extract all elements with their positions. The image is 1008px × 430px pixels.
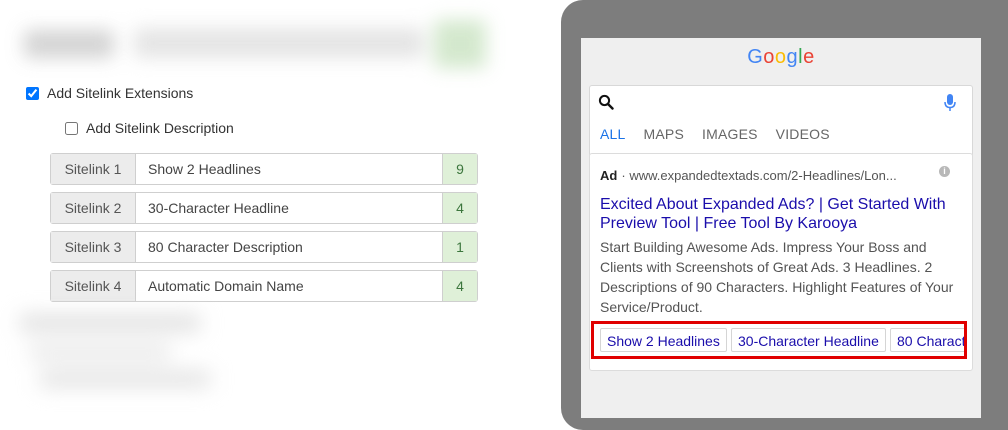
sitelink-row-4: Sitelink 4 4 — [50, 270, 478, 302]
search-bar — [590, 86, 972, 118]
ad-description: Start Building Awesome Ads. Impress Your… — [600, 239, 954, 315]
sitelink-chip-1[interactable]: Show 2 Headlines — [600, 328, 727, 352]
sitelink-label: Sitelink 2 — [51, 193, 136, 223]
sitelink-row-3: Sitelink 3 1 — [50, 231, 478, 263]
ad-badge: Ad — [600, 168, 618, 183]
microphone-icon[interactable] — [944, 94, 956, 112]
add-sitelink-extensions-checkbox[interactable] — [26, 86, 39, 100]
search-card: ALL MAPS IMAGES VIDEOS — [589, 85, 973, 157]
obscured-header — [24, 8, 486, 78]
google-logo-letter: G — [747, 46, 764, 68]
sitelink-row-2: Sitelink 2 4 — [50, 192, 478, 224]
google-logo-letter: o — [774, 46, 787, 68]
info-icon[interactable]: i — [939, 166, 950, 177]
add-sitelink-extensions-label: Add Sitelink Extensions — [47, 85, 194, 101]
ad-display-url-line: Ad · www.expandedtextads.com/2-Headlines/… — [600, 168, 900, 183]
obscured-footer — [0, 305, 240, 400]
ad-display-url[interactable]: www.expandedtextads.com/2-Headlines/Lon.… — [629, 168, 896, 183]
sitelink-label: Sitelink 1 — [51, 154, 136, 184]
tab-videos[interactable]: VIDEOS — [776, 126, 830, 142]
sitelink-input[interactable] — [136, 232, 442, 262]
char-remaining-count: 9 — [442, 154, 477, 184]
sitelink-input[interactable] — [136, 193, 442, 223]
char-remaining-count: 4 — [442, 193, 477, 223]
char-remaining-count: 1 — [442, 232, 477, 262]
ad-headline-link[interactable]: Excited About Expanded Ads? | Get Starte… — [600, 195, 960, 233]
search-input[interactable] — [620, 90, 934, 116]
google-logo: Google — [581, 46, 981, 69]
tab-maps[interactable]: MAPS — [644, 126, 684, 142]
sitelink-label: Sitelink 3 — [51, 232, 136, 262]
search-icon[interactable] — [598, 94, 614, 110]
ad-separator: · — [621, 168, 626, 183]
sitelink-label: Sitelink 4 — [51, 271, 136, 301]
sitelink-highlight-box: Show 2 Headlines 30-Character Headline 8… — [591, 321, 967, 359]
add-sitelink-description-checkbox[interactable] — [65, 121, 78, 135]
add-sitelink-extensions-row[interactable]: Add Sitelink Extensions — [26, 85, 193, 101]
google-logo-letter: g — [786, 46, 799, 68]
add-sitelink-description-row[interactable]: Add Sitelink Description — [65, 120, 234, 136]
mobile-preview-frame: Google ALL MAPS IMAGES VIDEOS Ad · www.e… — [561, 0, 1008, 430]
google-logo-letter: e — [803, 46, 815, 68]
tab-all[interactable]: ALL — [600, 126, 626, 142]
sitelink-input[interactable] — [136, 154, 442, 184]
google-logo-letter: o — [763, 46, 775, 68]
ad-result-card: Ad · www.expandedtextads.com/2-Headlines/… — [589, 153, 973, 371]
mobile-screen: Google ALL MAPS IMAGES VIDEOS Ad · www.e… — [581, 38, 981, 418]
sitelink-input[interactable] — [136, 271, 442, 301]
sitelink-chip-3[interactable]: 80 Characte — [890, 328, 964, 352]
add-sitelink-description-label: Add Sitelink Description — [86, 120, 234, 136]
char-remaining-count: 4 — [442, 271, 477, 301]
sitelink-row-1: Sitelink 1 9 — [50, 153, 478, 185]
sitelink-chip-2[interactable]: 30-Character Headline — [731, 328, 886, 352]
search-tabs: ALL MAPS IMAGES VIDEOS — [600, 126, 848, 142]
tab-images[interactable]: IMAGES — [702, 126, 758, 142]
